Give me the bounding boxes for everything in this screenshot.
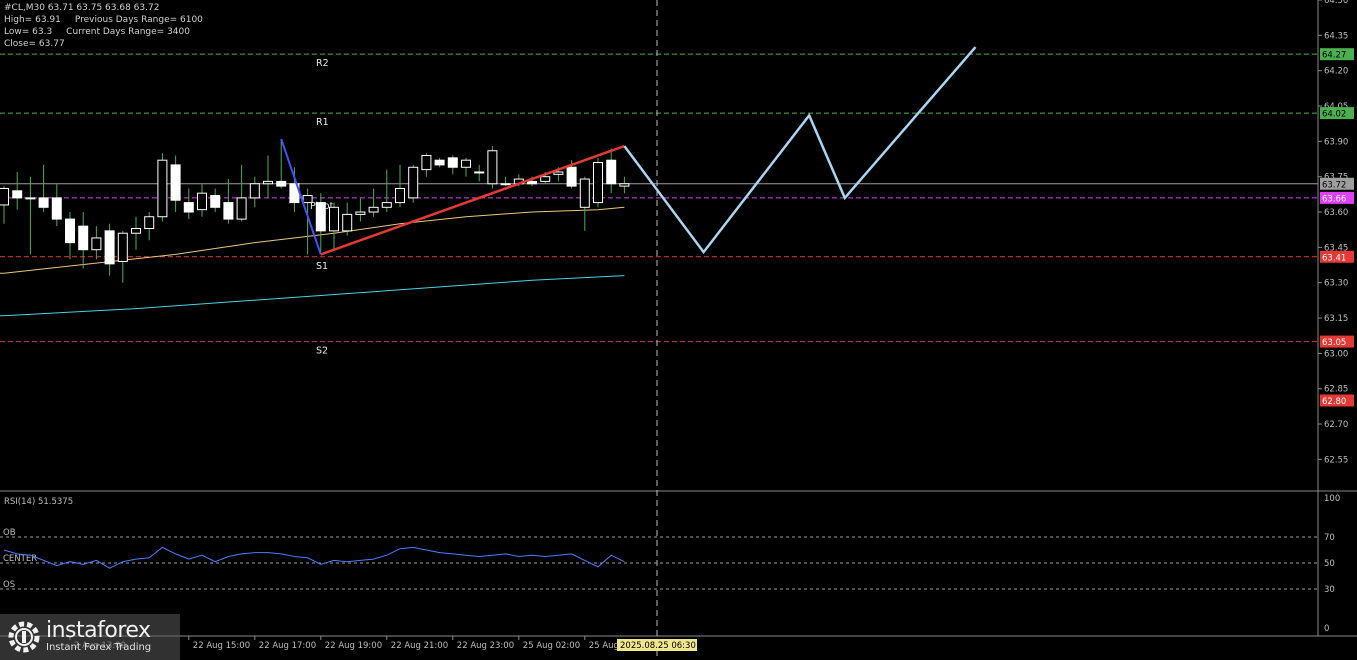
candle-body [566, 166, 577, 187]
close-label: Close= 63.77 [4, 39, 65, 49]
level-tag-label: 63.66 [1322, 194, 1346, 204]
rsi-tick-label: 100 [1324, 494, 1340, 504]
candle-body [381, 202, 392, 208]
candle-body [368, 206, 379, 213]
level-tag-label: 63.41 [1322, 253, 1346, 263]
price-tick-label: 62.70 [1324, 420, 1348, 430]
candle-body [65, 218, 75, 244]
rsi-level-label: OB [3, 528, 16, 538]
price-tick-label: 64.20 [1324, 67, 1348, 77]
instaforex-logo: instaforex Instant Forex Trading [0, 614, 180, 660]
candle-body [302, 195, 313, 204]
candle-body [355, 211, 366, 215]
candle-body [315, 202, 326, 232]
level-label-r2: R2 [316, 58, 329, 69]
time-tick-label: 22 Aug 15:00 [193, 641, 250, 651]
candle-body [0, 187, 9, 206]
price-tick-label: 63.15 [1324, 314, 1348, 324]
candle-body [474, 171, 485, 174]
symbol-line: #CL,M30 63.71 63.75 63.68 63.72 [4, 3, 160, 13]
time-tick-label: 22 Aug 19:00 [325, 641, 382, 651]
time-tick-label: 25 Aug 02:00 [523, 641, 580, 651]
price-tick-label: 62.85 [1324, 385, 1348, 395]
candle-body [51, 197, 62, 220]
price-tick-label: 63.90 [1324, 137, 1348, 147]
candle-body [197, 192, 207, 211]
level-tag-label: 64.02 [1322, 110, 1346, 120]
rsi-level-label: OS [3, 580, 15, 590]
rsi-tick-label: 50 [1324, 559, 1335, 569]
candle-body [236, 197, 247, 220]
level-tag-label: 64.27 [1322, 51, 1346, 61]
candle-body [527, 180, 537, 185]
current-price-tag-label: 63.72 [1322, 180, 1346, 190]
candle-body [593, 162, 603, 204]
logo-name: instaforex [46, 618, 151, 643]
logo-tagline: Instant Forex Trading [46, 642, 152, 653]
rsi-tick-label: 0 [1324, 624, 1329, 634]
candle-body [342, 213, 353, 232]
level-label-s1: S1 [316, 261, 328, 272]
candle-body [606, 159, 617, 185]
price-tick-label: 64.50 [1324, 0, 1348, 6]
candle-body [78, 225, 89, 251]
candle-body [421, 154, 432, 171]
candle-body [263, 180, 273, 185]
candle-body [210, 195, 221, 208]
prev-range-label: Previous Days Range= 6100 [74, 15, 203, 25]
candle-body [276, 180, 287, 187]
price-tick-label: 63.30 [1324, 279, 1348, 289]
price-tick-label: 63.60 [1324, 208, 1348, 218]
time-tick-label: 22 Aug 21:00 [391, 641, 448, 651]
candle-body [104, 230, 115, 265]
rsi-tick-label: 30 [1324, 585, 1335, 595]
candle-body [619, 183, 630, 187]
rsi-label: RSI(14) 51.5375 [4, 497, 73, 507]
candle-body [25, 197, 36, 200]
candle-body [249, 183, 260, 199]
candle-body [223, 202, 234, 220]
candle-body [157, 159, 168, 218]
price-tick-label: 62.55 [1324, 455, 1348, 465]
candle-body [329, 206, 339, 232]
candle-body [183, 202, 194, 213]
extra-price-tag-label: 62.80 [1322, 397, 1346, 407]
time-tick-label: 22 Aug 23:00 [457, 641, 514, 651]
candle-body [447, 157, 458, 168]
high-label: High= 63.91 [4, 15, 61, 25]
level-label-s2: S2 [316, 346, 328, 357]
level-tag-label: 63.05 [1322, 338, 1346, 348]
candle-body [144, 216, 155, 230]
low-label: Low= 63.3 [4, 27, 53, 37]
instaforex-gear-icon [8, 621, 40, 653]
price-tick-label: 64.35 [1324, 31, 1348, 41]
chart-background [0, 0, 1357, 660]
candle-body [579, 178, 590, 208]
candle-body [553, 171, 564, 175]
candle-body [434, 159, 445, 166]
price-chart[interactable]: 62.5562.7062.8563.0063.1563.3063.4563.60… [0, 0, 1357, 660]
candle-body [91, 237, 102, 251]
rsi-tick-label: 70 [1324, 533, 1335, 543]
candle-body [487, 150, 498, 185]
candle-body [500, 183, 511, 186]
candle-body [131, 228, 141, 234]
price-tick-label: 63.00 [1324, 349, 1348, 359]
candle-body [170, 164, 181, 201]
candle-body [461, 159, 471, 168]
candle-body [38, 197, 49, 208]
curr-range-label: Current Days Range= 3400 [66, 27, 190, 37]
candle-body [12, 190, 23, 199]
candle-body [540, 176, 551, 182]
time-tick-label: 22 Aug 17:00 [259, 641, 316, 651]
symbol-info: #CL,M30 63.71 63.75 63.68 63.72 High= 63… [4, 2, 203, 50]
level-label-r1: R1 [316, 117, 329, 128]
candle-body [395, 187, 405, 204]
candle-body [408, 166, 419, 199]
cursor-time-label: 2025.08.25 06:30 [620, 641, 696, 651]
candle-body [117, 232, 128, 262]
